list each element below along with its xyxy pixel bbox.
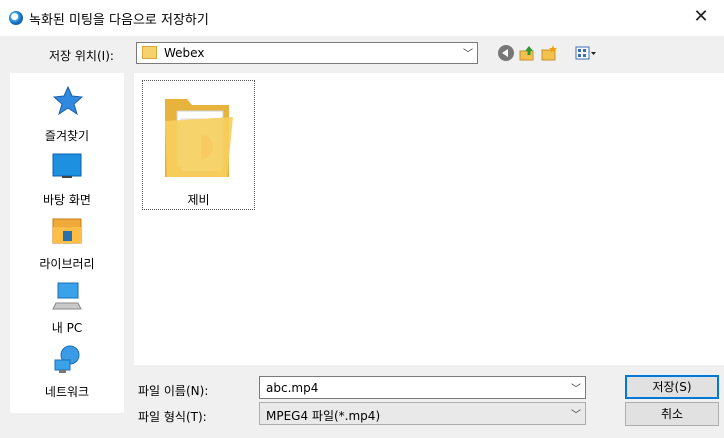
place-label: 네트워크 [44, 385, 90, 399]
place-libraries[interactable]: 라이브러리 [10, 209, 124, 273]
places-bar: 즐겨찾기 바탕 화면 라이브러리 내 PC 네트워크 [10, 73, 124, 413]
place-this-pc[interactable]: 내 PC [10, 273, 124, 337]
window-title: 녹화된 미팅을 다음으로 저장하기 [29, 13, 209, 28]
computer-icon [52, 282, 82, 310]
cancel-button[interactable]: 취소 [625, 402, 719, 426]
file-type-label: 파일 형식(T): [138, 410, 207, 424]
chevron-down-icon[interactable]: ﹀ [571, 380, 581, 395]
file-name-value: abc.mp4 [266, 381, 319, 395]
place-favorites[interactable]: 즐겨찾기 [10, 81, 124, 145]
chevron-down-icon: ﹀ [571, 410, 581, 421]
back-icon[interactable] [498, 45, 514, 61]
save-button[interactable]: 저장(S) [625, 375, 719, 399]
close-button[interactable]: ✕ [678, 0, 724, 34]
file-type-select[interactable]: MPEG4 파일(*.mp4) ﹀ [259, 402, 586, 425]
up-folder-icon[interactable] [519, 45, 535, 61]
webex-app-icon [9, 11, 23, 25]
file-type-value: MPEG4 파일(*.mp4) [266, 409, 381, 423]
folder-label: 제비 [187, 193, 210, 207]
library-icon [52, 218, 82, 244]
file-list[interactable]: 제비 [134, 73, 724, 365]
place-label: 내 PC [51, 321, 83, 335]
place-desktop[interactable]: 바탕 화면 [10, 145, 124, 209]
place-label: 라이브러리 [39, 257, 95, 271]
place-network[interactable]: 네트워크 [10, 337, 124, 401]
network-icon [54, 345, 80, 373]
folder-item[interactable]: 제비 [142, 80, 255, 210]
desktop-icon [52, 153, 82, 178]
folder-icon [142, 46, 157, 59]
save-location-label: 저장 위치(I): [49, 49, 114, 63]
folder-icon [165, 99, 233, 177]
file-name-input[interactable]: abc.mp4 ﹀ [259, 376, 586, 399]
chevron-down-icon: ﹀ [463, 49, 473, 60]
new-folder-icon[interactable] [541, 45, 557, 61]
place-label: 즐겨찾기 [44, 129, 90, 143]
file-name-label: 파일 이름(N): [138, 384, 209, 398]
save-location-value: Webex [164, 46, 205, 60]
view-menu-icon[interactable] [575, 45, 597, 61]
save-location-dropdown[interactable]: Webex ﹀ [136, 42, 478, 64]
place-label: 바탕 화면 [43, 193, 91, 207]
title-bar: 녹화된 미팅을 다음으로 저장하기 ✕ [0, 0, 724, 36]
star-icon [53, 85, 83, 115]
